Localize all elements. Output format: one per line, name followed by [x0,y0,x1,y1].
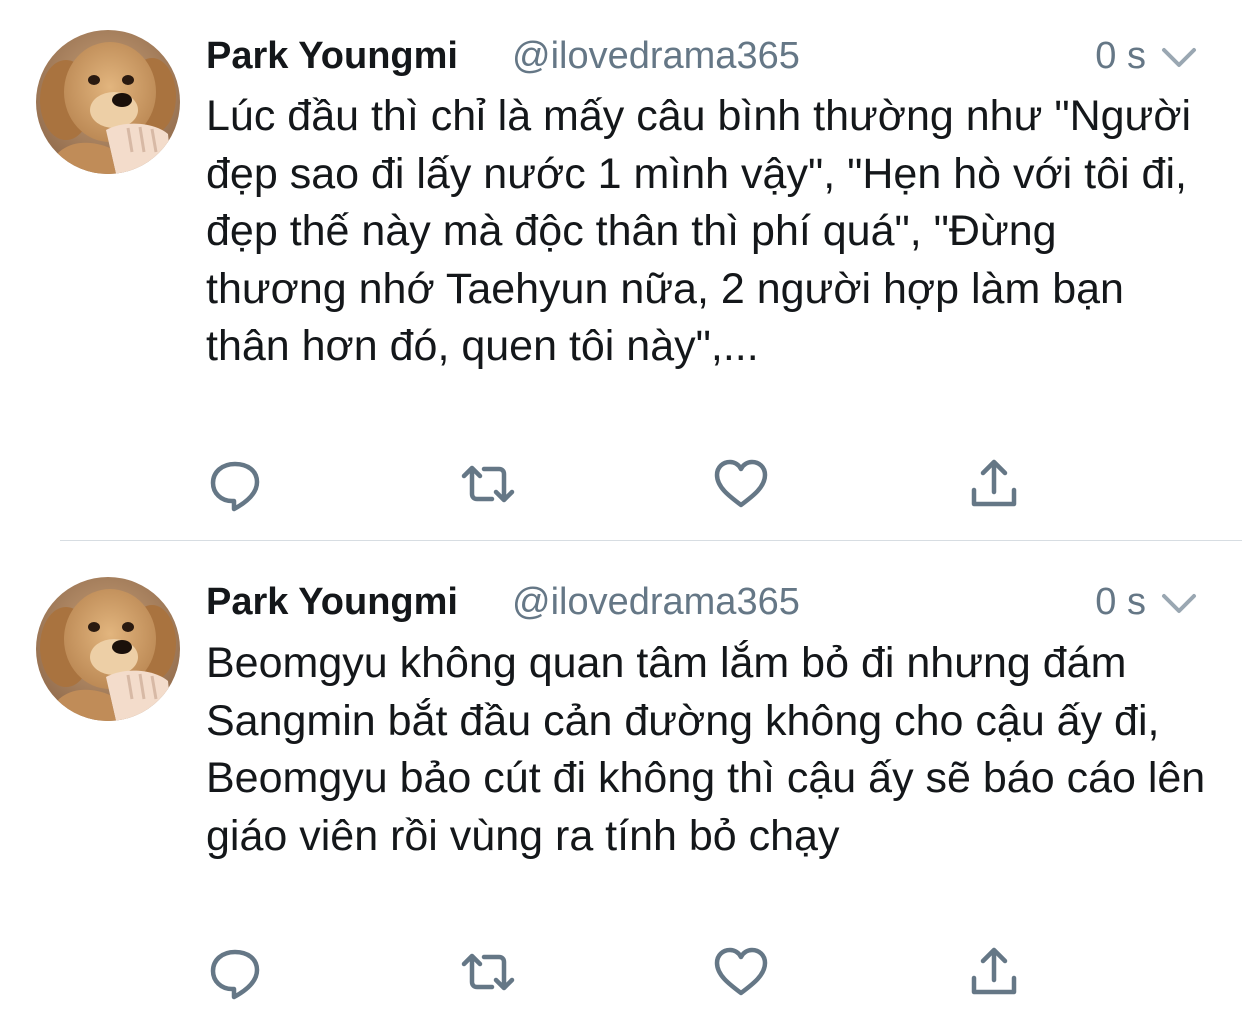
reply-icon [207,456,263,512]
tweet-card[interactable]: Park Youngmi @ilovedrama365 0 s Beomgyu … [0,541,1242,1027]
author-handle: @ilovedrama365 [512,581,800,623]
avatar[interactable] [36,577,180,721]
retweet-button[interactable] [460,944,516,1000]
author-name[interactable]: Park Youngmi [206,34,458,78]
author-name[interactable]: Park Youngmi [206,580,458,624]
like-button[interactable] [713,944,769,1000]
reply-button[interactable] [207,944,263,1000]
chevron-down-icon[interactable] [1158,582,1200,624]
reply-button[interactable] [207,456,263,512]
dog-avatar-image [36,30,180,174]
chevron-down-icon[interactable] [1158,36,1200,78]
tweet-text: Beomgyu không quan tâm lắm bỏ đi nhưng đ… [206,639,1218,860]
like-icon [713,456,769,512]
share-button[interactable] [966,944,1022,1000]
retweet-icon [460,944,516,1000]
tweet-text: Lúc đầu thì chỉ là mấy câu bình thường n… [206,92,1204,370]
timestamp: 0 s [1095,581,1146,623]
reply-icon [207,944,263,1000]
like-icon [713,944,769,1000]
tweet-card[interactable]: Park Youngmi @ilovedrama365 0 s Lúc đầu … [0,0,1242,540]
share-icon [966,944,1022,1000]
share-icon [966,456,1022,512]
dog-avatar-image [36,577,180,721]
author-handle: @ilovedrama365 [512,35,800,77]
timestamp: 0 s [1095,35,1146,77]
share-button[interactable] [966,456,1022,512]
avatar[interactable] [36,30,180,174]
retweet-icon [460,456,516,512]
like-button[interactable] [713,456,769,512]
retweet-button[interactable] [460,456,516,512]
